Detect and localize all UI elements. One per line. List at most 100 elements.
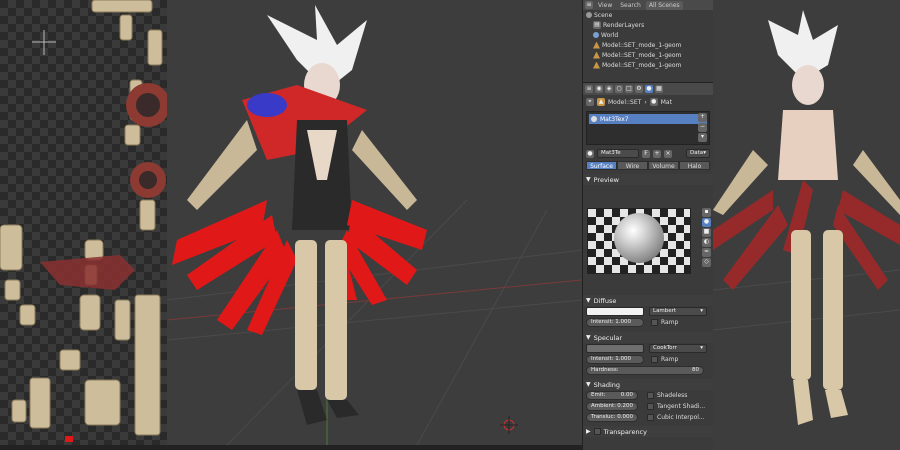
- remove-slot-icon[interactable]: −: [698, 123, 707, 132]
- preview-sphere-icon[interactable]: ●: [702, 218, 711, 227]
- 3d-viewport-textured[interactable]: [167, 0, 582, 445]
- specular-intensity-field[interactable]: Intensit: 1.000: [586, 355, 644, 364]
- object-icon: ▲: [597, 98, 605, 106]
- properties-breadcrumb: ⌖ ▲ Model::SET › ● Mat: [583, 95, 713, 109]
- diffuse-color-swatch[interactable]: [586, 307, 644, 316]
- outliner-item-world[interactable]: World: [583, 30, 713, 40]
- outliner-tab-view[interactable]: View: [595, 1, 615, 10]
- material-type-tabs: Surface Wire Volume Halo: [583, 161, 713, 172]
- specular-row: CookTorr ▾: [583, 343, 713, 354]
- properties-panel[interactable]: ≡ ◉ ◈ ○ □ ⚙ ● ▦ ⌖ ▲ Model::SET › ● Mat M…: [582, 82, 713, 450]
- transparency-section-header[interactable]: ▶ Transparency: [583, 426, 713, 437]
- material-name-field[interactable]: Mat3Te: [597, 149, 639, 158]
- tab-surface[interactable]: Surface: [586, 161, 617, 170]
- shading-section-header[interactable]: ▼ Shading: [583, 379, 713, 390]
- editor-type-icon[interactable]: ≡: [585, 1, 593, 9]
- mesh-object-icon: [593, 61, 600, 69]
- emit-row: Emit: 0.00 Shadeless: [583, 390, 713, 401]
- tangent-shading-checkbox[interactable]: [647, 403, 654, 410]
- renderlayers-icon: ▤: [593, 21, 601, 29]
- preview-section-header[interactable]: ▼ Preview: [583, 174, 713, 185]
- material-browse-icon[interactable]: ●: [586, 149, 594, 158]
- outliner-item-object[interactable]: Model::SET_mode_1-geom: [583, 40, 713, 50]
- slot-menu-icon[interactable]: ▾: [698, 133, 707, 142]
- material-datablock-row: ● Mat3Te F + × Data ▾: [583, 148, 713, 159]
- diffuse-row: Lambert ▾: [583, 306, 713, 317]
- outliner-item-scene[interactable]: Scene: [583, 10, 713, 20]
- outliner-tab-all-scenes[interactable]: All Scenes: [645, 0, 683, 10]
- emit-field[interactable]: Emit: 0.00: [586, 391, 638, 400]
- preview-shape-tools: ▪ ● ■ ◐ ≈ ◇: [702, 208, 711, 267]
- hardness-field[interactable]: Hardness: 80: [586, 366, 704, 375]
- material-tab-icon[interactable]: ●: [645, 85, 653, 93]
- diffuse-intensity-field[interactable]: Intensit: 1.000: [586, 318, 644, 327]
- specular-intensity-row: Intensit: 1.000 Ramp: [583, 354, 713, 365]
- 3d-cursor-icon: [500, 416, 518, 434]
- diffuse-shader-dropdown[interactable]: Lambert ▾: [649, 307, 707, 316]
- unlink-material-icon[interactable]: ×: [664, 149, 672, 158]
- preview-sphere: [614, 213, 664, 263]
- fake-user-icon[interactable]: F: [642, 149, 650, 158]
- mesh-object-icon: [593, 41, 600, 49]
- translucency-field[interactable]: Transluc: 0.000: [586, 413, 638, 422]
- character-model-rendered: [713, 10, 900, 425]
- object-tab-icon[interactable]: □: [625, 85, 633, 93]
- tab-halo[interactable]: Halo: [679, 161, 710, 170]
- specular-shader-dropdown[interactable]: CookTorr ▾: [649, 344, 707, 353]
- outliner-tab-search[interactable]: Search: [617, 1, 644, 10]
- expand-arrow-icon: ▼: [586, 334, 591, 341]
- add-slot-icon[interactable]: +: [698, 113, 707, 122]
- modifier-tab-icon[interactable]: ⚙: [635, 85, 643, 93]
- preview-monkey-icon[interactable]: ◐: [702, 238, 711, 247]
- link-data-dropdown[interactable]: Data ▾: [686, 149, 710, 158]
- material-slot-row[interactable]: Mat3Tex7: [589, 114, 707, 124]
- preview-sky-icon[interactable]: ◇: [702, 258, 711, 267]
- transparency-checkbox[interactable]: [593, 428, 601, 435]
- tab-wire[interactable]: Wire: [617, 161, 648, 170]
- mesh-object-icon: [593, 51, 600, 59]
- render-tab-icon[interactable]: ◉: [595, 85, 603, 93]
- uv-texture-islands: [0, 0, 167, 442]
- ambient-row: Ambient: 0.200 Tangent Shadi...: [583, 401, 713, 412]
- diffuse-section-header[interactable]: ▼ Diffuse: [583, 295, 713, 306]
- specular-color-swatch[interactable]: [586, 344, 644, 353]
- material-slot-list[interactable]: Mat3Tex7 + − ▾: [586, 111, 710, 145]
- editor-type-icon[interactable]: ≡: [585, 85, 593, 93]
- 3d-viewport-rendered[interactable]: [713, 0, 900, 450]
- hardness-row: Hardness: 80: [583, 365, 713, 376]
- chevron-down-icon: ▾: [703, 150, 706, 156]
- expand-arrow-icon: ▼: [586, 176, 591, 183]
- world-tab-icon[interactable]: ○: [615, 85, 623, 93]
- outliner-item-renderlayers[interactable]: ▤ RenderLayers: [583, 20, 713, 30]
- specular-ramp-checkbox[interactable]: [651, 356, 658, 363]
- outliner-item-object[interactable]: Model::SET_mode_1-geom: [583, 50, 713, 60]
- material-preview: [587, 208, 691, 274]
- tab-volume[interactable]: Volume: [648, 161, 679, 170]
- uv-image-editor[interactable]: [0, 0, 167, 445]
- scene-icon: [586, 12, 592, 18]
- ambient-field[interactable]: Ambient: 0.200: [586, 402, 638, 411]
- preview-hair-icon[interactable]: ≈: [702, 248, 711, 257]
- preview-flat-icon[interactable]: ▪: [702, 208, 711, 217]
- chevron-down-icon: ▾: [700, 345, 703, 351]
- new-material-icon[interactable]: +: [653, 149, 661, 158]
- outliner-item-object[interactable]: Model::SET_mode_1-geom: [583, 60, 713, 70]
- diffuse-ramp-checkbox[interactable]: [651, 319, 658, 326]
- texture-tab-icon[interactable]: ▦: [655, 85, 663, 93]
- material-sphere-icon: [591, 116, 597, 122]
- expand-arrow-icon: ▶: [586, 428, 591, 435]
- shadeless-checkbox[interactable]: [647, 392, 654, 399]
- preview-cube-icon[interactable]: ■: [702, 228, 711, 237]
- slot-tools: + − ▾: [698, 113, 707, 142]
- scene-tab-icon[interactable]: ◈: [605, 85, 613, 93]
- outliner-panel[interactable]: ≡ View Search All Scenes Scene ▤ RenderL…: [582, 0, 713, 82]
- chevron-down-icon: ▾: [700, 308, 703, 314]
- outliner-header: ≡ View Search All Scenes: [583, 0, 713, 10]
- breadcrumb-separator: ›: [644, 98, 647, 106]
- cubic-interpolation-checkbox[interactable]: [647, 414, 654, 421]
- pin-icon[interactable]: ⌖: [586, 98, 594, 106]
- material-icon: ●: [649, 98, 658, 106]
- translucency-row: Transluc: 0.000 Cubic Interpol...: [583, 412, 713, 423]
- specular-section-header[interactable]: ▼ Specular: [583, 332, 713, 343]
- properties-context-tabs: ≡ ◉ ◈ ○ □ ⚙ ● ▦: [583, 83, 713, 95]
